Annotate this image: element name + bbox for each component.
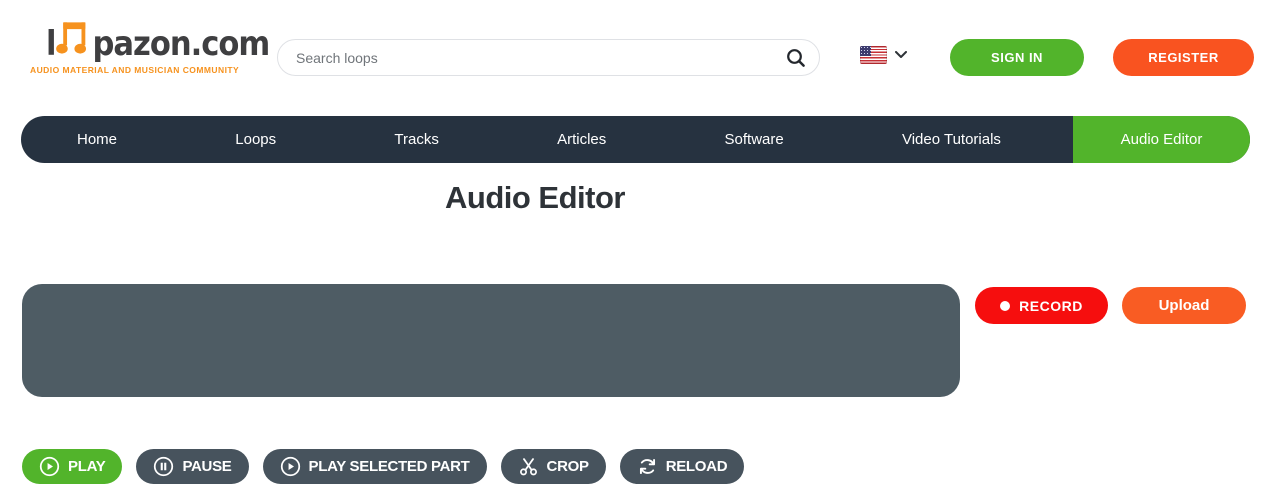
chevron-down-icon — [895, 51, 907, 58]
record-button-label: RECORD — [1019, 297, 1083, 314]
nav-item-video-tutorials[interactable]: Video Tutorials — [902, 131, 1001, 148]
play-button[interactable]: PLAY — [22, 449, 123, 484]
play-button-label: PLAY — [68, 458, 106, 475]
search-bar — [277, 39, 820, 76]
reload-button-label: RELOAD — [665, 458, 728, 475]
crop-button[interactable]: CROP — [500, 449, 606, 484]
search-icon — [787, 48, 805, 67]
register-button[interactable]: REGISTER — [1113, 39, 1254, 76]
play-selected-part-button[interactable]: PLAY SELECTED PART — [262, 449, 487, 484]
main-nav: Home Loops Tracks Articles Software Vide… — [21, 116, 1250, 163]
nav-links: Home Loops Tracks Articles Software Vide… — [21, 116, 1073, 163]
nav-item-audio-editor-active[interactable]: Audio Editor — [1073, 116, 1250, 163]
reload-button[interactable]: RELOAD — [619, 449, 745, 484]
nav-item-home[interactable]: Home — [77, 131, 117, 148]
sign-in-button[interactable]: SIGN IN — [950, 39, 1084, 76]
upload-button[interactable]: Upload — [1122, 287, 1246, 324]
logo-wordmark: l pazon.com — [46, 22, 270, 64]
reload-icon — [639, 458, 655, 475]
nav-item-articles[interactable]: Articles — [557, 131, 606, 148]
crop-button-label: CROP — [546, 458, 589, 475]
record-button[interactable]: RECORD — [975, 287, 1108, 324]
record-dot-icon — [1000, 300, 1011, 311]
search-submit-button[interactable] — [785, 47, 807, 69]
page-title: Audio Editor — [445, 180, 625, 215]
music-notes-icon — [56, 22, 87, 54]
logo-tagline: AUDIO MATERIAL AND MUSICIAN COMMUNITY — [30, 65, 240, 75]
play-circle-icon — [39, 456, 60, 477]
nav-item-loops[interactable]: Loops — [235, 131, 276, 148]
site-logo[interactable]: l pazon.com AUDIO MATERIAL AND MUSICIAN … — [30, 22, 270, 75]
pause-circle-icon — [154, 456, 174, 477]
waveform-area[interactable] — [22, 284, 960, 397]
play-circle-icon — [280, 456, 300, 477]
search-input[interactable] — [296, 49, 785, 66]
pause-button-label: PAUSE — [182, 458, 232, 475]
play-selected-part-button-label: PLAY SELECTED PART — [308, 458, 470, 475]
language-selector[interactable] — [860, 46, 907, 64]
logo-text-prefix: l — [46, 24, 57, 64]
us-flag-icon — [860, 46, 887, 64]
editor-controls: PLAY PAUSE PLAY SELECTED PART CROP RELOA… — [22, 449, 745, 484]
nav-item-tracks[interactable]: Tracks — [394, 131, 438, 148]
logo-text-suffix: pazon.com — [92, 24, 270, 64]
pause-button[interactable]: PAUSE — [136, 449, 249, 484]
scissors-icon — [519, 458, 537, 476]
nav-item-software[interactable]: Software — [725, 131, 784, 148]
